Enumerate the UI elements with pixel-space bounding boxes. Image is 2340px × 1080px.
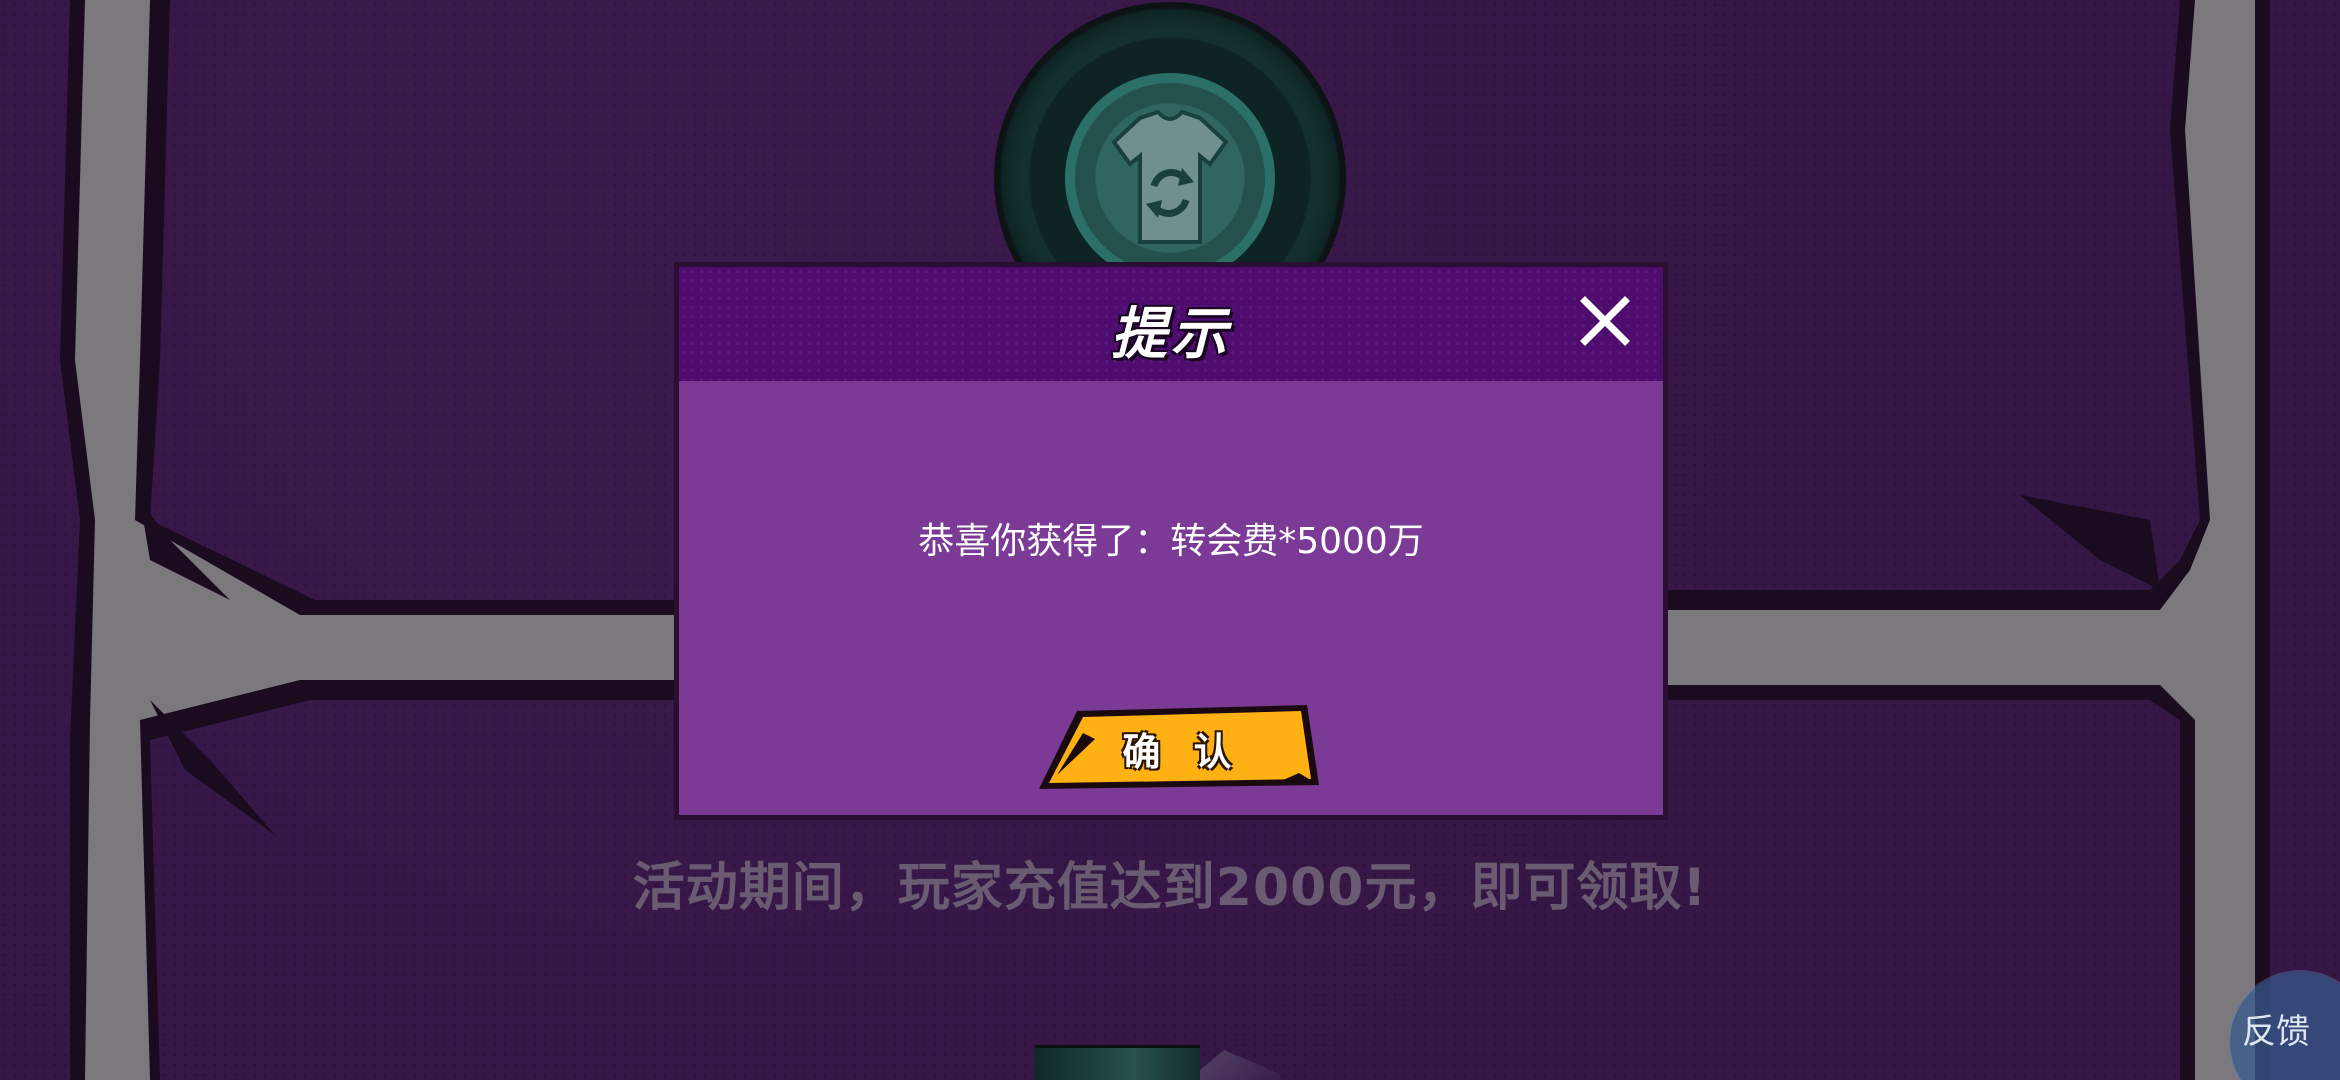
dialog-header: 提示	[679, 267, 1663, 381]
confirm-button[interactable]: 确 认	[1037, 703, 1327, 793]
feedback-label: 反馈	[2242, 1012, 2310, 1052]
reward-dialog: 提示 恭喜你获得了：转会费*5000万 确 认	[674, 262, 1668, 820]
reward-message: 恭喜你获得了：转会费*5000万	[918, 521, 1424, 562]
game-screen: 活动期间，玩家充值达到2000元，即可领取! 提示 恭喜你获得了：转会费*500…	[0, 0, 2340, 1080]
dialog-title: 提示	[1111, 302, 1231, 367]
close-button[interactable]	[1575, 291, 1635, 351]
confirm-label: 确 认	[1122, 730, 1242, 774]
close-icon	[1580, 296, 1630, 346]
